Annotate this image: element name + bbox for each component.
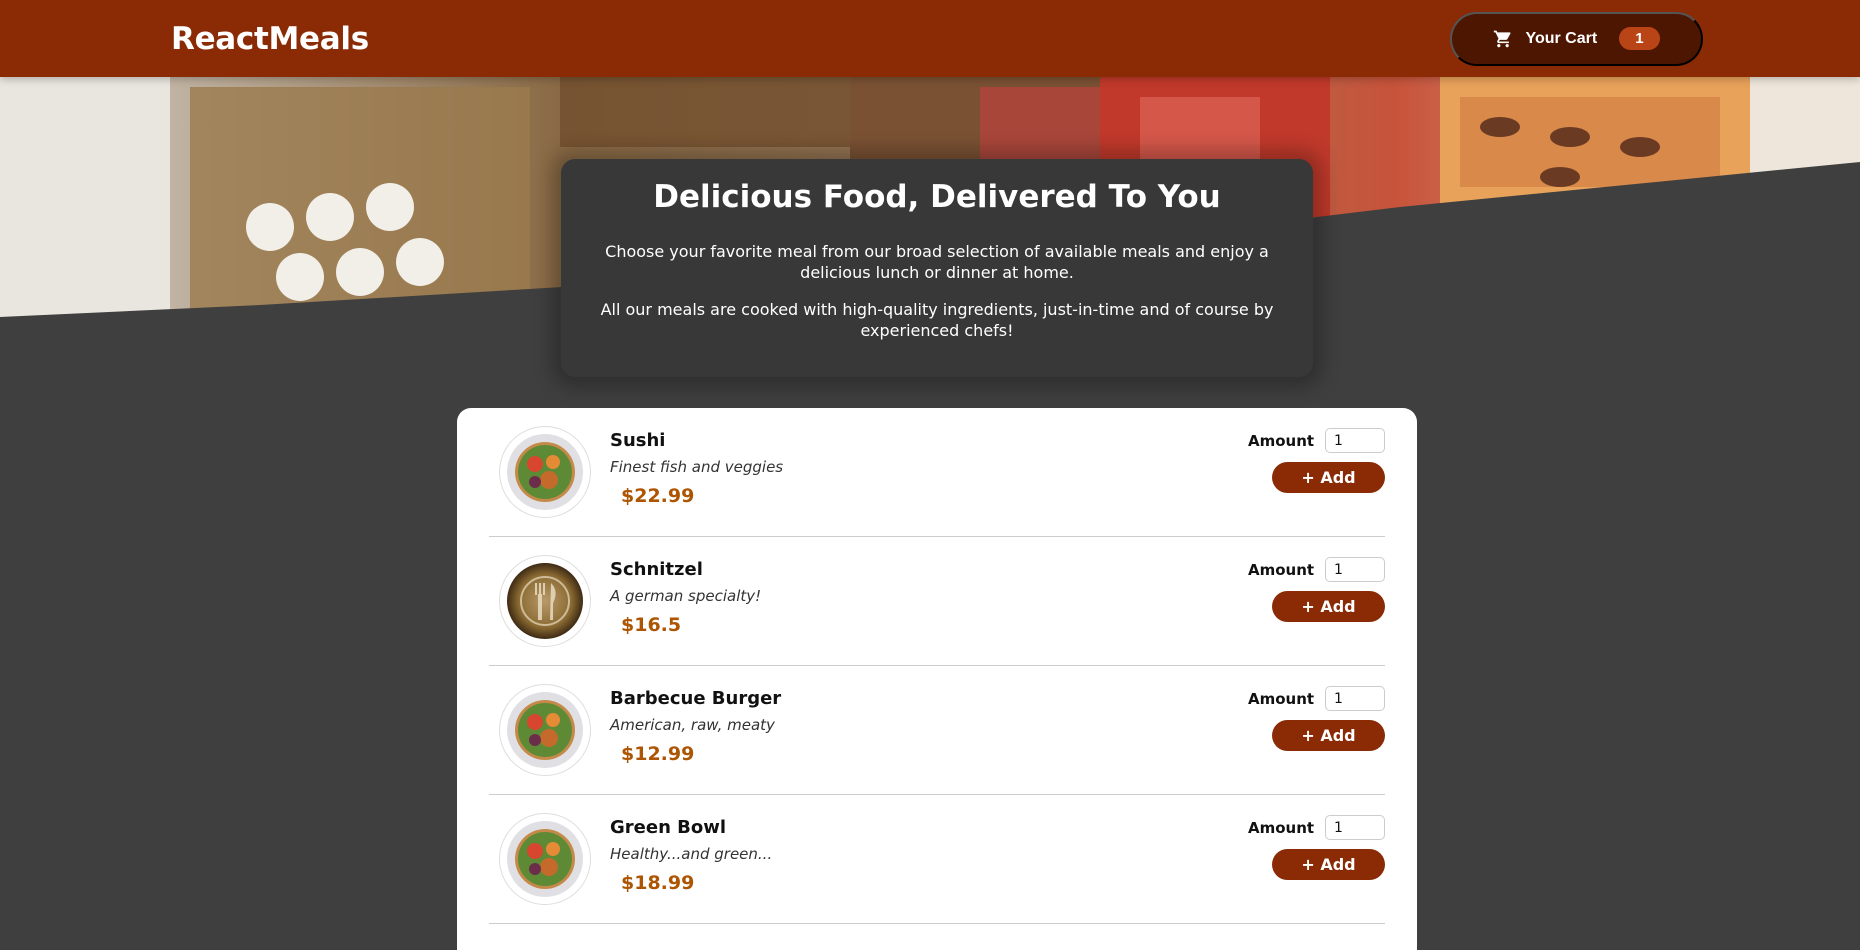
amount-label: Amount [1248, 818, 1315, 837]
add-button[interactable]: + Add [1272, 462, 1385, 493]
meal-price: $18.99 [621, 871, 695, 894]
amount-label: Amount [1248, 431, 1315, 450]
summary-paragraph-1: Choose your favorite meal from our broad… [605, 242, 1269, 282]
meal-form: Amount + Add [1248, 428, 1385, 493]
meal-name: Schnitzel [610, 558, 703, 580]
meal-description: A german specialty! [610, 586, 762, 605]
meal-form: Amount + Add [1248, 815, 1385, 880]
meal-description: Finest fish and veggies [610, 457, 784, 476]
meal-item: Green Bowl Healthy...and green... $18.99… [489, 795, 1385, 924]
meal-image [499, 684, 591, 776]
meal-form: Amount + Add [1248, 686, 1385, 751]
summary-title: Delicious Food, Delivered To You [653, 179, 1221, 215]
meals-list: Sushi Finest fish and veggies $22.99 Amo… [457, 408, 1417, 950]
meal-name: Green Bowl [610, 816, 727, 838]
salad-bowl-icon [507, 821, 583, 897]
amount-input[interactable] [1325, 557, 1385, 582]
fork-knife-icon [507, 563, 583, 639]
cart-button[interactable]: Your Cart 1 [1450, 11, 1703, 66]
meal-item: Schnitzel A german specialty! $16.5 Amou… [489, 537, 1385, 666]
add-button[interactable]: + Add [1272, 591, 1385, 622]
meal-image [499, 426, 591, 518]
meal-form: Amount + Add [1248, 557, 1385, 622]
amount-label: Amount [1248, 689, 1315, 708]
summary-paragraph-2: All our meals are cooked with high-quali… [600, 300, 1274, 340]
meal-name: Barbecue Burger [610, 687, 782, 709]
meal-image [499, 555, 591, 647]
cart-icon [1493, 29, 1513, 49]
amount-input[interactable] [1325, 815, 1385, 840]
add-button[interactable]: + Add [1272, 720, 1385, 751]
meal-item: Barbecue Burger American, raw, meaty $12… [489, 666, 1385, 795]
amount-label: Amount [1248, 560, 1315, 579]
cart-count-badge: 1 [1619, 27, 1660, 50]
add-button[interactable]: + Add [1272, 849, 1385, 880]
logo: ReactMeals [171, 20, 369, 57]
meal-description: Healthy...and green... [610, 844, 773, 863]
salad-bowl-icon [507, 692, 583, 768]
cart-label: Your Cart [1525, 29, 1598, 47]
amount-input[interactable] [1325, 428, 1385, 453]
meal-description: American, raw, meaty [610, 715, 775, 734]
meal-item: Sushi Finest fish and veggies $22.99 Amo… [489, 408, 1385, 537]
meal-name: Sushi [610, 429, 666, 451]
amount-input[interactable] [1325, 686, 1385, 711]
meal-image [499, 813, 591, 905]
meal-price: $22.99 [621, 484, 695, 507]
app-header: ReactMeals Your Cart 1 [0, 0, 1860, 77]
salad-bowl-icon [507, 434, 583, 510]
meal-price: $16.5 [621, 613, 682, 636]
meal-price: $12.99 [621, 742, 695, 765]
summary-card: Delicious Food, Delivered To You Choose … [561, 159, 1313, 377]
